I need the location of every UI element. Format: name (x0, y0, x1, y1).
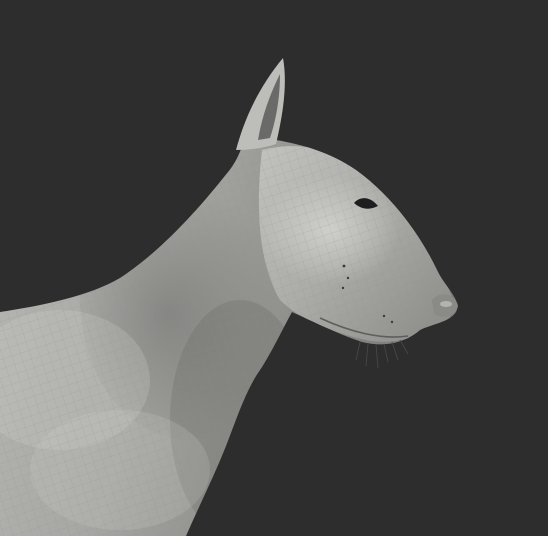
viewport-canvas[interactable] (0, 0, 548, 536)
render-view (0, 0, 548, 536)
